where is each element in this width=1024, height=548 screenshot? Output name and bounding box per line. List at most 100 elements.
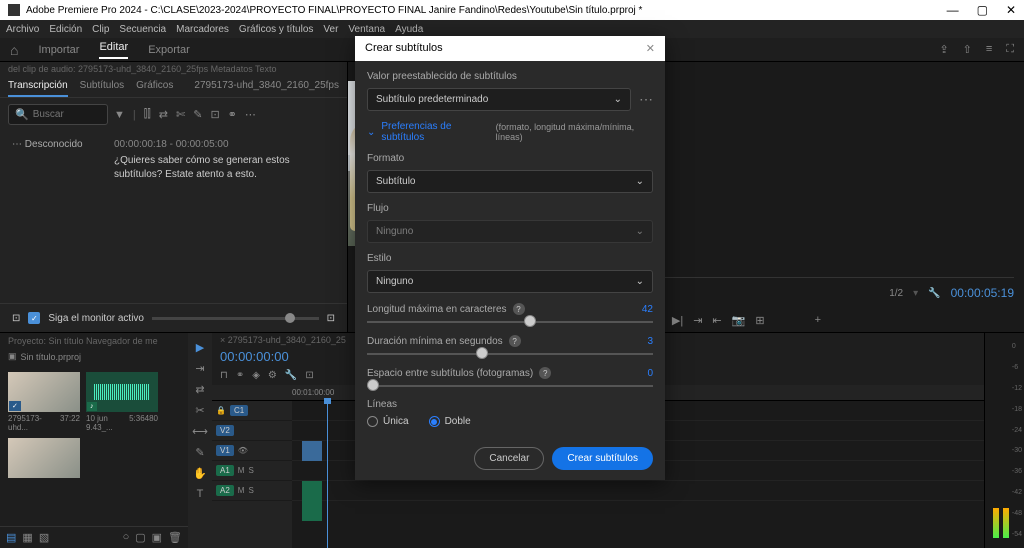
zoom-slider-icon[interactable]: ○ bbox=[123, 531, 130, 544]
export-icon[interactable]: ⇧ bbox=[963, 43, 972, 56]
menu-graficos[interactable]: Gráficos y títulos bbox=[239, 24, 313, 35]
trim-icon[interactable]: ✄ bbox=[176, 108, 185, 121]
menu-marcadores[interactable]: Marcadores bbox=[176, 24, 229, 35]
type-tool-icon[interactable]: T bbox=[197, 488, 204, 500]
audio-clip[interactable] bbox=[302, 481, 322, 521]
ripple-tool-icon[interactable]: ⇄ bbox=[195, 383, 204, 396]
track-v1[interactable]: V1 bbox=[216, 445, 234, 456]
marker-tool-icon[interactable]: ◈ bbox=[252, 370, 260, 381]
filter-icon[interactable]: ▼ bbox=[114, 109, 125, 121]
menu-archivo[interactable]: Archivo bbox=[6, 24, 39, 35]
workspace-editar[interactable]: Editar bbox=[99, 41, 128, 59]
cc-track-icon[interactable]: ⊡ bbox=[305, 370, 313, 381]
formato-select[interactable]: Subtítulo⌄ bbox=[367, 170, 653, 193]
bin-icon: ▣ bbox=[8, 351, 17, 362]
help-icon[interactable]: ? bbox=[539, 367, 551, 379]
help-icon[interactable]: ? bbox=[513, 303, 525, 315]
transcript-text: ¿Quieres saber cómo se generan estos sub… bbox=[114, 154, 335, 182]
add-button-icon[interactable]: + bbox=[815, 314, 821, 326]
merge-icon[interactable]: ⇄ bbox=[159, 108, 168, 121]
split-icon[interactable]: ⫿⫿ bbox=[144, 108, 151, 121]
lines-double-radio[interactable]: Doble bbox=[429, 416, 471, 427]
more-icon[interactable]: ⋯ bbox=[245, 108, 256, 121]
video-clip[interactable] bbox=[302, 441, 322, 461]
zoom-slider[interactable] bbox=[152, 317, 319, 320]
menu-edicion[interactable]: Edición bbox=[49, 24, 82, 35]
wrench-icon[interactable]: 🔧 bbox=[928, 288, 940, 299]
trash-icon[interactable]: 🗑 bbox=[168, 531, 182, 544]
wrench-tool-icon[interactable]: 🔧 bbox=[285, 370, 297, 381]
fullscreen-icon[interactable]: ⛶ bbox=[1006, 43, 1014, 56]
lines-single-radio[interactable]: Única bbox=[367, 416, 409, 427]
export-frame-icon[interactable]: 📷 bbox=[732, 314, 746, 327]
razor-tool-icon[interactable]: ✂ bbox=[195, 404, 204, 417]
cancel-button[interactable]: Cancelar bbox=[474, 447, 544, 470]
search-box[interactable]: 🔍 bbox=[8, 104, 108, 125]
menu-ventana[interactable]: Ventana bbox=[348, 24, 385, 35]
dialog-close-icon[interactable]: ✕ bbox=[646, 42, 655, 55]
playhead[interactable] bbox=[327, 401, 328, 548]
tab-graficos[interactable]: Gráficos bbox=[136, 76, 173, 97]
snap-icon[interactable]: ⊓ bbox=[220, 370, 228, 381]
preset-more-icon[interactable]: ⋯ bbox=[639, 91, 653, 108]
project-tabs[interactable]: Proyecto: Sin título Navegador de me bbox=[0, 333, 188, 349]
workspace-importar[interactable]: Importar bbox=[38, 44, 79, 56]
slip-tool-icon[interactable]: ⟷ bbox=[192, 425, 208, 438]
workspaces-icon[interactable]: ≡ bbox=[986, 43, 992, 56]
scale-dropdown[interactable]: 1/2 bbox=[889, 288, 903, 299]
icon-view-icon[interactable]: ▦ bbox=[22, 531, 32, 544]
window-title: Adobe Premiere Pro 2024 - C:\CLASE\2023-… bbox=[26, 5, 947, 16]
new-item-icon[interactable]: ▣ bbox=[152, 531, 162, 544]
pen-tool-icon[interactable]: ✎ bbox=[195, 446, 204, 459]
settings-icon[interactable]: ⊡ bbox=[327, 313, 335, 324]
create-button[interactable]: Crear subtítulos bbox=[552, 447, 653, 470]
workspace-exportar[interactable]: Exportar bbox=[148, 44, 190, 56]
lock-icon[interactable]: 🔒 bbox=[216, 406, 226, 415]
people-icon[interactable]: ⚭ bbox=[228, 108, 237, 121]
project-item[interactable]: ✓ 2795173-uhd...37:22 bbox=[8, 372, 80, 432]
max-chars-slider[interactable] bbox=[367, 321, 653, 323]
lift-icon[interactable]: ⇥ bbox=[693, 314, 702, 327]
search-icon: 🔍 bbox=[15, 108, 29, 121]
min-dur-value[interactable]: 3 bbox=[647, 336, 653, 347]
gap-slider[interactable] bbox=[367, 385, 653, 387]
next-icon[interactable]: ▶| bbox=[672, 314, 683, 327]
menu-clip[interactable]: Clip bbox=[92, 24, 109, 35]
home-icon[interactable]: ⌂ bbox=[10, 42, 18, 58]
gap-value[interactable]: 0 bbox=[647, 368, 653, 379]
transcript-row[interactable]: ⋯ Desconocido 00:00:00:18 - 00:00:05:00 … bbox=[0, 131, 347, 190]
settings-tool-icon[interactable]: ⚙ bbox=[268, 370, 277, 381]
new-bin-icon[interactable]: ▢ bbox=[135, 531, 145, 544]
freeform-icon[interactable]: ▧ bbox=[39, 531, 49, 544]
search-input[interactable] bbox=[33, 109, 93, 120]
project-item[interactable]: ♪ 10 jun 9.43_...5:36480 bbox=[86, 372, 158, 432]
edit-icon[interactable]: ✎ bbox=[193, 108, 202, 121]
share-icon[interactable]: ⇪ bbox=[939, 43, 948, 56]
menu-secuencia[interactable]: Secuencia bbox=[119, 24, 166, 35]
max-chars-value[interactable]: 42 bbox=[642, 304, 653, 315]
menu-ayuda[interactable]: Ayuda bbox=[395, 24, 423, 35]
min-dur-slider[interactable] bbox=[367, 353, 653, 355]
track-a1[interactable]: A1 bbox=[216, 465, 234, 476]
track-select-icon[interactable]: ⇥ bbox=[195, 362, 204, 375]
list-view-icon[interactable]: ▤ bbox=[6, 531, 16, 544]
cc-icon[interactable]: ⊡ bbox=[210, 108, 219, 121]
help-icon[interactable]: ? bbox=[509, 335, 521, 347]
hand-tool-icon[interactable]: ✋ bbox=[193, 467, 207, 480]
close-button[interactable]: ✕ bbox=[1006, 3, 1016, 17]
follow-monitor-checkbox[interactable]: ✓ bbox=[28, 312, 40, 324]
selection-tool-icon[interactable]: ▶ bbox=[196, 341, 204, 354]
tab-transcripcion[interactable]: Transcripción bbox=[8, 76, 68, 97]
comparison-icon[interactable]: ⊞ bbox=[755, 314, 764, 327]
minimize-button[interactable]: — bbox=[947, 3, 959, 17]
linked-icon[interactable]: ⚭ bbox=[236, 370, 244, 381]
extract-icon[interactable]: ⇤ bbox=[712, 314, 721, 327]
prefs-toggle[interactable]: ⌄ Preferencias de subtítulos (formato, l… bbox=[367, 121, 653, 143]
estilo-select[interactable]: Ninguno⌄ bbox=[367, 270, 653, 293]
menu-ver[interactable]: Ver bbox=[323, 24, 338, 35]
maximize-button[interactable]: ▢ bbox=[977, 3, 988, 17]
audio-meter: 0 -6 -12 -18 -24 -30 -36 -42 -48 -54 bbox=[984, 333, 1024, 548]
preset-select[interactable]: Subtítulo predeterminado ⌄ bbox=[367, 88, 631, 111]
tab-subtitulos[interactable]: Subtítulos bbox=[80, 76, 124, 97]
project-item[interactable] bbox=[8, 438, 80, 478]
